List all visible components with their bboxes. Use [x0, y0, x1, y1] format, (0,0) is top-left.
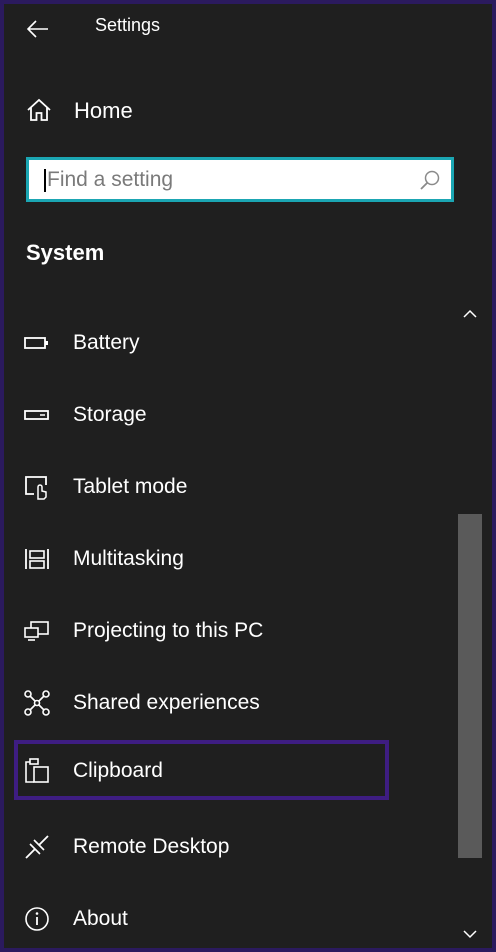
nav-item-projecting[interactable]: Projecting to this PC [14, 600, 389, 660]
nav-item-label: About [73, 907, 128, 930]
nav-item-label: Multitasking [73, 547, 184, 570]
tablet-mode-icon [25, 476, 47, 500]
nav-item-label: Storage [73, 403, 147, 426]
search-box[interactable] [26, 157, 454, 202]
storage-icon [24, 410, 49, 420]
nav-item-label: Clipboard [73, 759, 163, 782]
remote-desktop-icon [25, 835, 49, 859]
section-heading: System [26, 240, 105, 265]
window-title: Settings [95, 15, 161, 35]
nav-item-multitasking[interactable]: Multitasking [14, 528, 389, 588]
battery-icon [24, 337, 48, 349]
search-input[interactable] [45, 160, 407, 199]
nav-item-shared-experiences[interactable]: Shared experiences [14, 672, 389, 732]
home-label: Home [74, 98, 133, 123]
clipboard-icon [25, 758, 49, 783]
home-icon [27, 98, 51, 121]
nav-item-label: Shared experiences [73, 691, 260, 714]
back-arrow-icon [27, 20, 48, 38]
info-icon [25, 907, 49, 931]
scroll-up-chevron-icon[interactable] [460, 304, 480, 324]
nav-item-label: Battery [73, 331, 140, 354]
multitasking-icon [25, 549, 49, 569]
back-button[interactable] [20, 12, 56, 46]
home-nav-item[interactable]: Home [4, 88, 304, 132]
nav-item-label: Remote Desktop [73, 835, 230, 858]
nav-item-storage[interactable]: Storage [14, 384, 389, 444]
settings-window: Settings Home System Battery [4, 4, 492, 948]
nav-item-remote-desktop[interactable]: Remote Desktop [14, 816, 389, 876]
nav-item-battery[interactable]: Battery [14, 312, 389, 372]
search-icon[interactable] [419, 169, 441, 191]
nav-item-label: Tablet mode [73, 475, 188, 498]
vertical-scrollbar[interactable] [456, 302, 484, 948]
nav-item-about[interactable]: About [14, 888, 389, 948]
scroll-down-chevron-icon[interactable] [460, 924, 480, 944]
title-bar: Settings [4, 4, 492, 52]
scrollbar-thumb[interactable] [458, 514, 482, 858]
nav-item-clipboard[interactable]: Clipboard [14, 740, 389, 800]
projecting-icon [24, 621, 49, 641]
nav-item-tablet-mode[interactable]: Tablet mode [14, 456, 389, 516]
nav-item-label: Projecting to this PC [73, 619, 264, 642]
shared-experiences-icon [24, 690, 50, 716]
